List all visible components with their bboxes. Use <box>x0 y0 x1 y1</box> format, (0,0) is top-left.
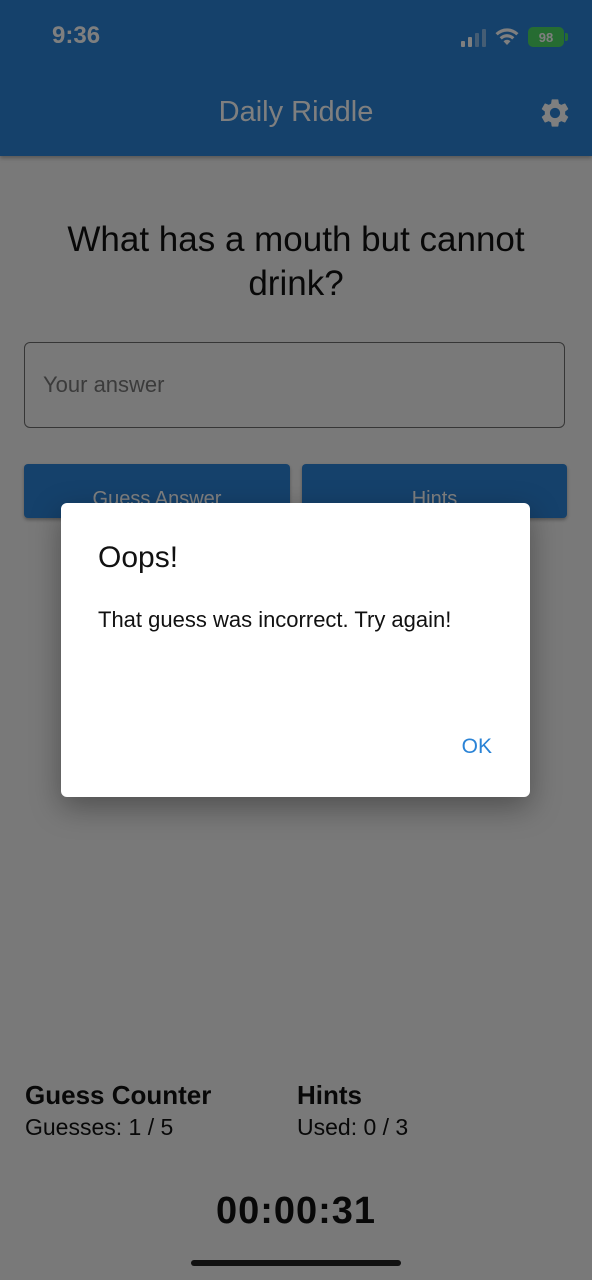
home-indicator[interactable] <box>191 1260 401 1266</box>
ok-button[interactable]: OK <box>454 731 500 763</box>
incorrect-guess-dialog: Oops! That guess was incorrect. Try agai… <box>61 503 530 797</box>
dialog-message: That guess was incorrect. Try again! <box>98 607 452 632</box>
dialog-title: Oops! <box>98 541 179 574</box>
